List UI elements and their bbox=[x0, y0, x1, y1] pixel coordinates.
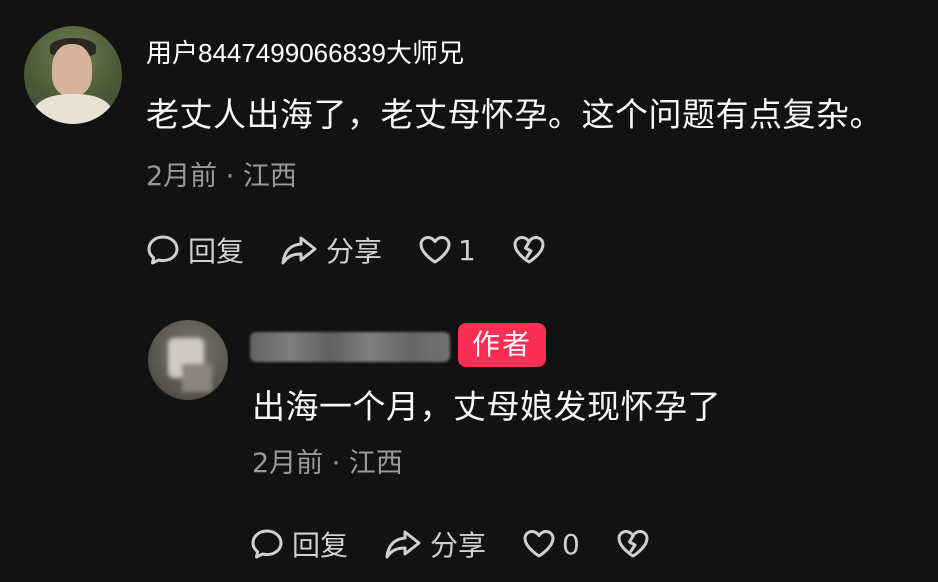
share-arrow-icon bbox=[280, 233, 318, 267]
like-button[interactable]: 1 bbox=[418, 234, 476, 267]
like-count: 0 bbox=[562, 527, 580, 561]
reply-label: 回复 bbox=[188, 235, 245, 268]
reply-actions: 回复 分享 0 bbox=[250, 524, 686, 564]
broken-heart-icon bbox=[616, 528, 650, 560]
reply-text: 出海一个月，丈母娘发现怀孕了 bbox=[252, 387, 721, 426]
like-count: 1 bbox=[458, 233, 476, 267]
comment-thread: 用户8447499066839大师兄 老丈人出海了，老丈母怀孕。这个问题有点复杂… bbox=[0, 0, 938, 582]
comment-text: 老丈人出海了，老丈母怀孕。这个问题有点复杂。 bbox=[146, 95, 883, 134]
heart-icon bbox=[522, 528, 556, 560]
avatar[interactable] bbox=[24, 26, 122, 124]
comment-meta: 2月前 · 江西 bbox=[146, 161, 297, 192]
comment-actions: 回复 分享 1 bbox=[146, 230, 582, 270]
username[interactable]: 用户8447499066839大师兄 bbox=[146, 36, 464, 70]
comment-bubble-icon bbox=[250, 527, 284, 561]
reply-meta: 2月前 · 江西 bbox=[252, 448, 403, 479]
comment-bubble-icon bbox=[146, 233, 180, 267]
avatar-blur bbox=[182, 364, 212, 392]
reply-avatar[interactable] bbox=[148, 320, 228, 400]
reply-button[interactable]: 回复 bbox=[146, 230, 244, 270]
share-arrow-icon bbox=[384, 527, 422, 561]
avatar-shirt bbox=[34, 94, 112, 124]
reply-button[interactable]: 回复 bbox=[250, 524, 348, 564]
dislike-button[interactable] bbox=[616, 528, 650, 560]
reply-username-redacted[interactable] bbox=[250, 332, 450, 362]
author-badge: 作者 bbox=[458, 323, 546, 367]
share-label: 分享 bbox=[430, 529, 487, 562]
heart-icon bbox=[418, 234, 452, 266]
share-button[interactable]: 分享 bbox=[280, 230, 382, 270]
avatar-face bbox=[52, 44, 92, 96]
like-button[interactable]: 0 bbox=[522, 528, 580, 561]
reply-label: 回复 bbox=[292, 529, 349, 562]
share-label: 分享 bbox=[326, 235, 383, 268]
dislike-button[interactable] bbox=[512, 234, 546, 266]
broken-heart-icon bbox=[512, 234, 546, 266]
share-button[interactable]: 分享 bbox=[384, 524, 486, 564]
